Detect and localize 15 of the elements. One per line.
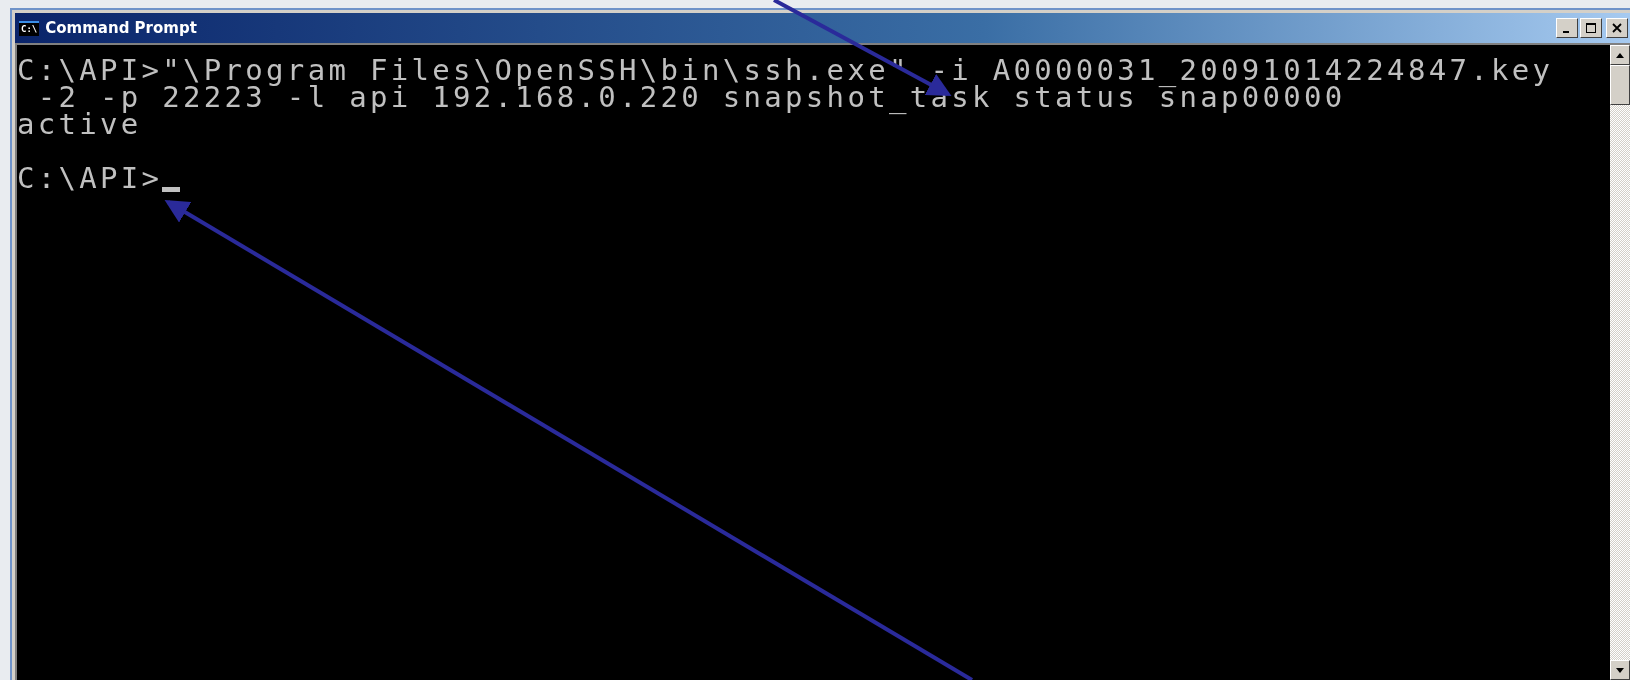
scroll-up-button[interactable] <box>1610 45 1630 65</box>
up-triangle-icon <box>1616 52 1624 58</box>
down-triangle-icon <box>1616 667 1624 673</box>
minimize-icon <box>1563 31 1569 33</box>
maximize-button[interactable] <box>1580 18 1602 38</box>
close-button[interactable] <box>1606 18 1628 38</box>
scroll-down-button[interactable] <box>1610 660 1630 680</box>
scrollbar[interactable] <box>1610 45 1630 680</box>
window-title: Command Prompt <box>45 19 197 37</box>
console-line: C:\API> <box>17 161 163 195</box>
minimize-button[interactable] <box>1556 18 1578 38</box>
app-icon: C:\ <box>19 20 40 36</box>
close-icon <box>1612 23 1622 33</box>
maximize-icon <box>1586 23 1596 33</box>
scrollbar-thumb[interactable] <box>1610 65 1630 105</box>
